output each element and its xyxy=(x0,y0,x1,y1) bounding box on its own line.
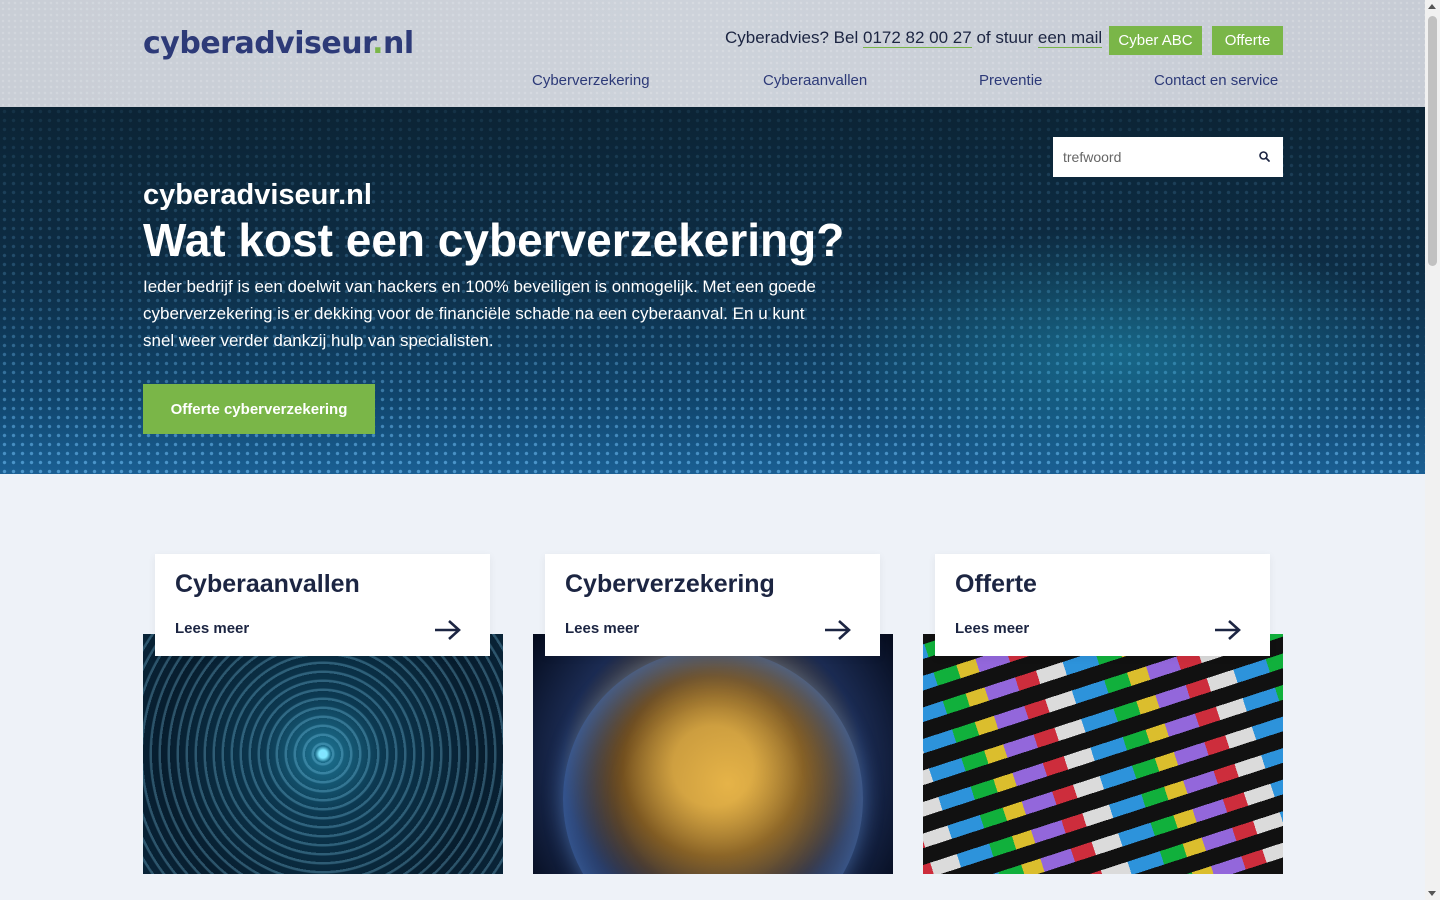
hero-subtitle: cyberadviseur.nl xyxy=(143,179,372,211)
hero-banner: cyberadviseur.nl Wat kost een cyberverze… xyxy=(0,107,1425,474)
scrollbar-thumb[interactable] xyxy=(1428,16,1437,266)
nav-contact-en-service[interactable]: Contact en service xyxy=(1154,72,1278,89)
offerte-cyberverzekering-button[interactable]: Offerte cyberverzekering xyxy=(143,384,375,434)
card-title: Offerte xyxy=(955,570,1037,598)
search-box xyxy=(1053,137,1283,177)
card-title: Cyberaanvallen xyxy=(175,570,360,598)
arrow-right-icon[interactable] xyxy=(1213,618,1243,642)
arrow-right-icon[interactable] xyxy=(433,618,463,642)
contact-prefix: Cyberadvies? Bel xyxy=(725,28,859,47)
logo-text: cyberadviseur xyxy=(143,26,373,61)
mail-link[interactable]: een mail xyxy=(1037,28,1103,48)
cyber-abc-button[interactable]: Cyber ABC xyxy=(1109,26,1202,55)
nav-preventie[interactable]: Preventie xyxy=(979,72,1042,89)
read-more-link[interactable]: Lees meer xyxy=(175,620,249,637)
card-box: Cyberverzekering Lees meer xyxy=(545,554,880,656)
nav-cyberverzekering[interactable]: Cyberverzekering xyxy=(532,72,650,89)
nav-cyberaanvallen[interactable]: Cyberaanvallen xyxy=(763,72,867,89)
card-image-offerte xyxy=(923,634,1283,874)
hero-title: Wat kost een cyberverzekering? xyxy=(143,214,845,266)
scrollbar[interactable] xyxy=(1425,0,1440,900)
card-title: Cyberverzekering xyxy=(565,570,775,598)
card-image-cyberverzekering xyxy=(533,634,893,874)
site-logo[interactable]: cyberadviseur.nl xyxy=(143,26,414,61)
logo-dot: . xyxy=(372,26,383,61)
offerte-button[interactable]: Offerte xyxy=(1212,26,1283,55)
card-cyberaanvallen[interactable]: Cyberaanvallen Lees meer xyxy=(143,554,503,874)
contact-mid: of stuur xyxy=(976,28,1034,47)
card-cyberverzekering[interactable]: Cyberverzekering Lees meer xyxy=(533,554,893,874)
card-box: Offerte Lees meer xyxy=(935,554,1270,656)
scroll-up-icon[interactable] xyxy=(1428,4,1436,9)
read-more-link[interactable]: Lees meer xyxy=(565,620,639,637)
arrow-right-icon[interactable] xyxy=(823,618,853,642)
card-image-cyberaanvallen xyxy=(143,634,503,874)
search-input[interactable] xyxy=(1053,137,1243,177)
logo-tld: nl xyxy=(383,26,414,61)
scroll-down-icon[interactable] xyxy=(1428,891,1436,896)
card-offerte[interactable]: Offerte Lees meer xyxy=(923,554,1283,874)
site-header: cyberadviseur.nl Cyberadvies? Bel 0172 8… xyxy=(0,0,1425,107)
contact-line: Cyberadvies? Bel 0172 82 00 27 of stuur … xyxy=(725,28,1103,48)
search-icon[interactable] xyxy=(1257,149,1273,165)
phone-link[interactable]: 0172 82 00 27 xyxy=(862,28,972,48)
hero-text: Ieder bedrijf is een doelwit van hackers… xyxy=(143,277,816,350)
card-box: Cyberaanvallen Lees meer xyxy=(155,554,490,656)
read-more-link[interactable]: Lees meer xyxy=(955,620,1029,637)
